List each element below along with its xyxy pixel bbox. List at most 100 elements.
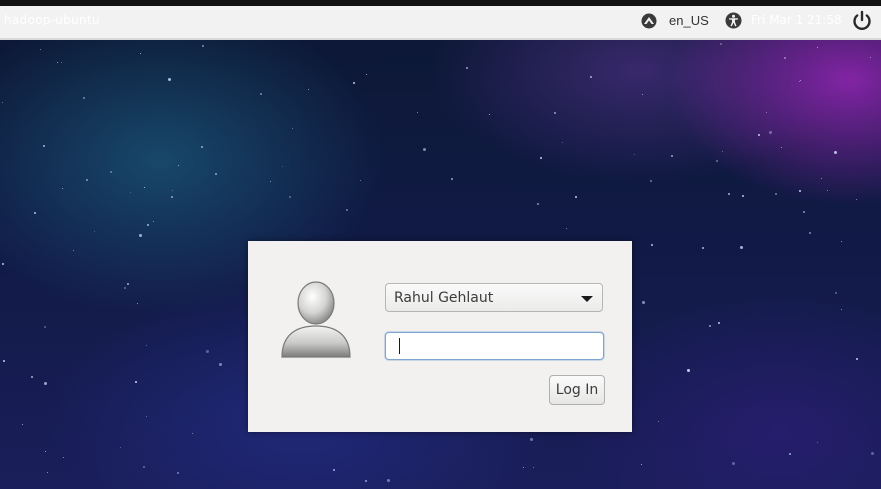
star — [781, 147, 782, 148]
star — [192, 433, 193, 434]
star — [800, 80, 801, 81]
star — [834, 151, 837, 154]
star — [387, 479, 390, 482]
star — [45, 451, 46, 452]
star — [537, 203, 539, 205]
star — [562, 142, 563, 143]
star — [554, 112, 556, 114]
star — [127, 283, 129, 285]
star — [740, 246, 743, 249]
star — [720, 43, 722, 45]
star — [139, 234, 142, 237]
star — [83, 97, 85, 99]
default-user-avatar-icon — [278, 279, 354, 363]
star — [215, 173, 217, 175]
star — [870, 57, 871, 58]
chevron-down-icon — [581, 296, 593, 302]
star — [650, 180, 652, 182]
accessibility-icon[interactable] — [725, 12, 742, 29]
star — [120, 447, 121, 448]
hostname-label: hadoop-ubuntu — [4, 13, 100, 27]
star — [827, 190, 828, 191]
star — [366, 74, 367, 75]
star — [817, 442, 818, 443]
star — [835, 292, 837, 294]
selected-user-label: Rahul Gehlaut — [394, 290, 494, 306]
star — [110, 171, 112, 173]
star — [168, 78, 171, 81]
star — [146, 416, 147, 417]
star — [57, 62, 58, 63]
star — [31, 376, 33, 378]
top-panel: hadoop-ubuntu en_US Fri Mar 1 21:58 — [0, 0, 881, 40]
star — [292, 128, 293, 129]
star — [270, 181, 271, 182]
star — [856, 358, 858, 360]
star — [466, 67, 468, 69]
star — [86, 179, 88, 181]
star — [856, 199, 857, 200]
star — [22, 424, 23, 425]
star — [716, 160, 718, 162]
star — [728, 193, 730, 195]
star — [590, 76, 592, 78]
power-icon[interactable] — [851, 10, 873, 32]
star — [417, 112, 418, 113]
star — [642, 301, 645, 304]
star — [137, 303, 138, 304]
login-screen: hadoop-ubuntu en_US Fri Mar 1 21:58 Rahu… — [0, 0, 881, 489]
star — [135, 381, 137, 383]
star — [841, 309, 842, 310]
login-button[interactable]: Log In — [549, 375, 605, 405]
star — [817, 47, 818, 48]
star — [530, 438, 533, 441]
star — [775, 193, 777, 195]
star — [651, 244, 653, 246]
star — [423, 148, 426, 151]
language-indicator[interactable]: en_US — [669, 13, 709, 28]
star — [821, 178, 822, 179]
user-select-dropdown[interactable]: Rahul Gehlaut — [385, 283, 603, 312]
star — [769, 131, 772, 134]
star — [171, 196, 173, 198]
star — [34, 212, 36, 214]
star — [44, 382, 47, 385]
text-caret — [399, 338, 400, 354]
star — [63, 457, 64, 458]
star — [73, 250, 74, 251]
star — [140, 53, 141, 54]
star — [766, 112, 767, 113]
star — [658, 421, 659, 422]
star — [360, 180, 361, 181]
star — [201, 146, 203, 148]
star — [784, 57, 786, 59]
star — [178, 165, 179, 166]
keyboard-layout-icon[interactable] — [641, 13, 657, 29]
star — [809, 232, 811, 234]
star — [789, 453, 791, 455]
star — [575, 196, 577, 198]
star — [3, 360, 5, 362]
clock-label[interactable]: Fri Mar 1 21:58 — [751, 13, 842, 27]
star — [641, 464, 642, 465]
star — [799, 81, 800, 82]
star — [144, 187, 145, 188]
password-input[interactable] — [385, 332, 604, 360]
star — [94, 231, 95, 232]
star — [353, 82, 355, 84]
star — [742, 195, 744, 197]
star — [47, 472, 48, 473]
login-dialog: Rahul Gehlaut Log In — [248, 241, 632, 432]
star — [540, 157, 542, 159]
star — [124, 287, 126, 289]
star — [147, 224, 149, 226]
star — [219, 363, 222, 366]
star — [702, 247, 704, 249]
star — [718, 322, 720, 324]
star — [289, 196, 291, 198]
star — [44, 326, 46, 328]
star — [130, 192, 131, 193]
star — [365, 480, 367, 482]
star — [634, 154, 635, 155]
star — [732, 462, 735, 465]
